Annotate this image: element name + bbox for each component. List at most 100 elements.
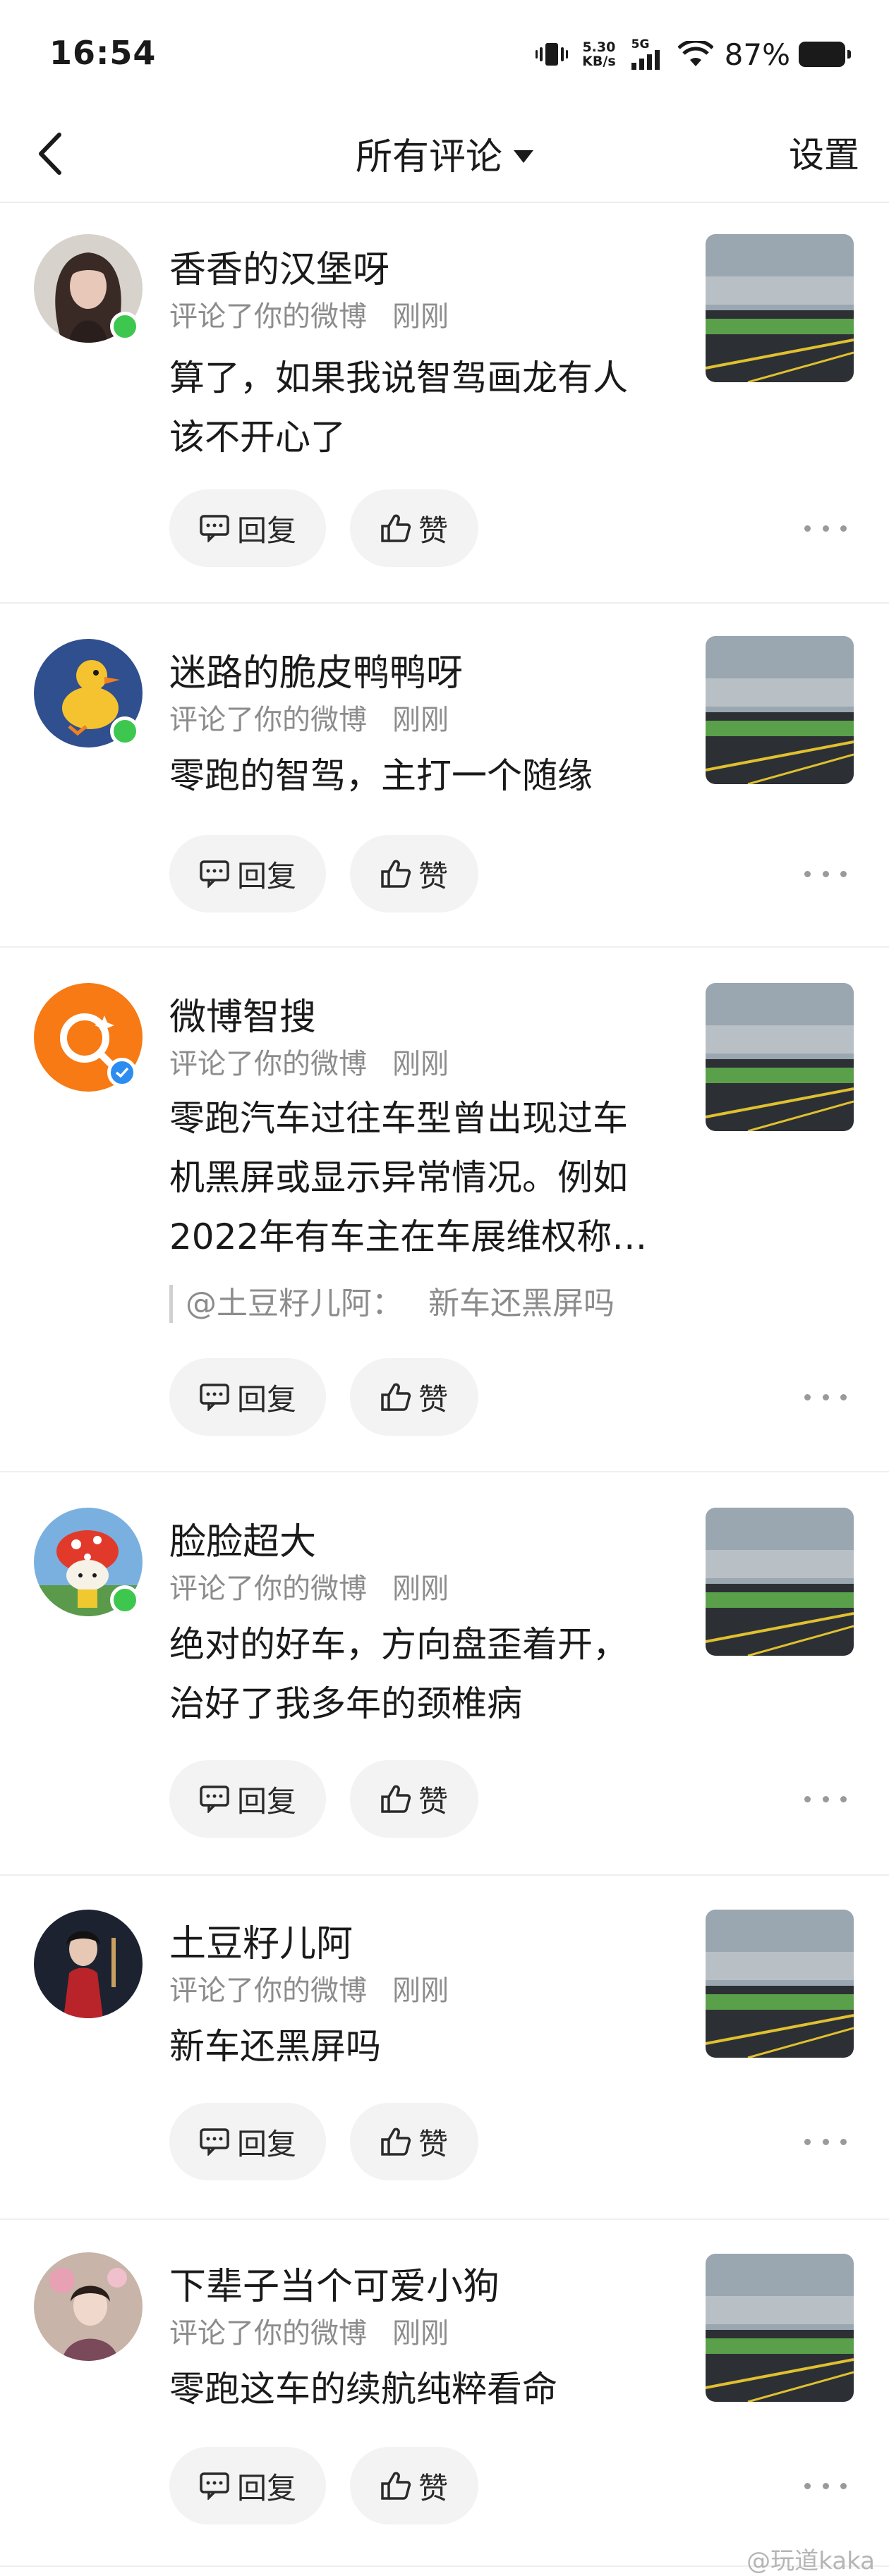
like-label: 赞 xyxy=(418,1783,448,1819)
comment-bubble-icon xyxy=(200,1384,229,1411)
comment-author-name[interactable]: 迷路的脆皮鸭鸭呀 xyxy=(169,643,463,696)
vibrate-icon xyxy=(536,40,569,68)
comment-meta: 评论了你的微博 刚刚 xyxy=(169,293,449,334)
comment-action: 评论了你的微博 xyxy=(169,1974,367,2007)
online-status-badge xyxy=(110,1585,140,1615)
status-icons: 5.30 KB/s 5G 87% xyxy=(520,37,851,72)
comment-time: 刚刚 xyxy=(392,1573,449,1605)
reply-button[interactable]: 回复 xyxy=(169,2447,326,2525)
reply-button[interactable]: 回复 xyxy=(169,835,326,912)
comment-bubble-icon xyxy=(200,2472,229,2500)
comment-time: 刚刚 xyxy=(392,300,449,333)
more-options-icon[interactable] xyxy=(804,2131,847,2152)
comment-item[interactable]: 香香的汉堡呀 评论了你的微博 刚刚 算了，如果我说智驾画龙有人 该不开心了 回复 … xyxy=(0,203,889,604)
weibo-post-thumbnail[interactable] xyxy=(706,234,854,382)
like-label: 赞 xyxy=(418,858,448,893)
reply-button[interactable]: 回复 xyxy=(169,489,326,567)
comment-text: 新车还黑屏吗 xyxy=(169,2017,677,2076)
comment-text: 绝对的好车，方向盘歪着开， 治好了我多年的颈椎病 xyxy=(169,1615,677,1733)
comment-author-name[interactable]: 香香的汉堡呀 xyxy=(169,240,389,293)
comment-text-line: 机黑屏或显示异常情况。例如 xyxy=(169,1157,628,1198)
like-button[interactable]: 赞 xyxy=(350,2103,478,2180)
network-speed-unit: KB/s xyxy=(582,54,616,69)
comment-text-line: 新车还黑屏吗 xyxy=(169,2026,381,2067)
online-status-badge xyxy=(110,716,140,746)
verified-badge xyxy=(107,1058,137,1087)
comment-text: 算了，如果我说智驾画龙有人 该不开心了 xyxy=(169,348,677,467)
comment-text: 零跑的智驾，主打一个随缘 xyxy=(169,746,677,805)
comment-item[interactable]: 迷路的脆皮鸭鸭呀 评论了你的微博 刚刚 零跑的智驾，主打一个随缘 回复 赞 xyxy=(0,604,889,948)
more-options-icon[interactable] xyxy=(804,1386,847,1408)
comment-bubble-icon xyxy=(200,515,229,542)
quoted-text: 新车还黑屏吗 xyxy=(428,1286,615,1321)
like-button[interactable]: 赞 xyxy=(350,1760,478,1838)
more-options-icon[interactable] xyxy=(804,2475,847,2496)
comment-item[interactable]: 微博智搜 评论了你的微博 刚刚 零跑汽车过往车型曾出现过车 机黑屏或显示异常情况。… xyxy=(0,948,889,1472)
reply-button[interactable]: 回复 xyxy=(169,1358,326,1436)
watermark: @玩道kaka xyxy=(746,2547,875,2575)
like-label: 赞 xyxy=(418,2470,448,2505)
reply-label: 回复 xyxy=(236,1783,296,1819)
comment-item[interactable]: 下辈子当个可爱小狗 评论了你的微博 刚刚 零跑这车的续航纯粹看命 回复 赞 xyxy=(0,2220,889,2567)
comment-bubble-icon xyxy=(200,860,229,888)
comment-author-name[interactable]: 下辈子当个可爱小狗 xyxy=(169,2257,500,2309)
cellular-signal-icon: 5G xyxy=(631,39,663,70)
comment-item[interactable]: 脸脸超大 评论了你的微博 刚刚 绝对的好车，方向盘歪着开， 治好了我多年的颈椎病 … xyxy=(0,1472,889,1876)
reply-label: 回复 xyxy=(236,513,296,548)
like-button[interactable]: 赞 xyxy=(350,1358,478,1436)
like-label: 赞 xyxy=(418,2126,448,2161)
reply-button[interactable]: 回复 xyxy=(169,2103,326,2180)
comment-action: 评论了你的微博 xyxy=(169,2317,367,2350)
comment-text-line: 绝对的好车，方向盘歪着开， xyxy=(169,1624,628,1665)
comment-item[interactable]: 土豆籽儿阿 评论了你的微博 刚刚 新车还黑屏吗 回复 赞 xyxy=(0,1876,889,2220)
network-type: 5G xyxy=(631,37,650,51)
more-options-icon[interactable] xyxy=(804,518,847,539)
weibo-post-thumbnail[interactable] xyxy=(706,636,854,784)
thumbs-up-icon xyxy=(381,1785,411,1813)
comment-text-line: 治好了我多年的颈椎病 xyxy=(169,1683,522,1724)
weibo-post-thumbnail[interactable] xyxy=(706,1508,854,1656)
clock: 16:54 xyxy=(49,34,157,72)
comment-filter-dropdown[interactable]: 所有评论 xyxy=(0,127,889,180)
reply-button[interactable]: 回复 xyxy=(169,1760,326,1838)
comment-author-name[interactable]: 土豆籽儿阿 xyxy=(169,1914,353,1967)
comment-bubble-icon xyxy=(200,1786,229,1813)
like-button[interactable]: 赞 xyxy=(350,2447,478,2525)
battery-percent: 87% xyxy=(724,37,790,72)
like-label: 赞 xyxy=(418,513,448,548)
comment-author-name[interactable]: 脸脸超大 xyxy=(169,1512,316,1565)
page-title: 所有评论 xyxy=(355,136,502,178)
weibo-post-thumbnail[interactable] xyxy=(706,1910,854,2058)
comment-text-line: 算了，如果我说智驾画龙有人 xyxy=(169,358,628,398)
more-options-icon[interactable] xyxy=(804,863,847,884)
thumbs-up-icon xyxy=(381,514,411,542)
comment-time: 刚刚 xyxy=(392,1048,449,1080)
comment-text-line: 该不开心了 xyxy=(169,417,346,458)
weibo-post-thumbnail[interactable] xyxy=(706,2254,854,2402)
comment-meta: 评论了你的微博 刚刚 xyxy=(169,2310,449,2351)
weibo-post-thumbnail[interactable] xyxy=(706,983,854,1131)
avatar[interactable] xyxy=(34,2252,143,2361)
checkmark-icon xyxy=(115,1067,129,1078)
quoted-comment[interactable]: @土豆籽儿阿： 新车还黑屏吗 xyxy=(169,1285,615,1323)
comment-action: 评论了你的微博 xyxy=(169,1048,367,1080)
comment-action: 评论了你的微博 xyxy=(169,704,367,736)
comment-time: 刚刚 xyxy=(392,2317,449,2350)
settings-button[interactable]: 设置 xyxy=(789,127,859,178)
comment-text-line: 零跑这车的续航纯粹看命 xyxy=(169,2369,557,2410)
network-speed: 5.30 KB/s xyxy=(582,40,615,68)
comment-meta: 评论了你的微博 刚刚 xyxy=(169,1967,449,2008)
status-bar: 16:54 5.30 KB/s 5G 87% xyxy=(0,0,889,106)
comment-text-line: 2022年有车主在车展维权称… xyxy=(169,1216,648,1257)
comment-author-name[interactable]: 微博智搜 xyxy=(169,987,316,1040)
like-button[interactable]: 赞 xyxy=(350,489,478,567)
caret-down-icon xyxy=(514,150,533,163)
comment-action: 评论了你的微博 xyxy=(169,300,367,333)
more-options-icon[interactable] xyxy=(804,1788,847,1809)
reply-label: 回复 xyxy=(236,858,296,893)
comment-time: 刚刚 xyxy=(392,1974,449,2007)
comment-meta: 评论了你的微博 刚刚 xyxy=(169,1565,449,1606)
comment-text: 零跑汽车过往车型曾出现过车 机黑屏或显示异常情况。例如 2022年有车主在车展维… xyxy=(169,1089,677,1266)
avatar[interactable] xyxy=(34,1910,143,2018)
like-button[interactable]: 赞 xyxy=(350,835,478,912)
